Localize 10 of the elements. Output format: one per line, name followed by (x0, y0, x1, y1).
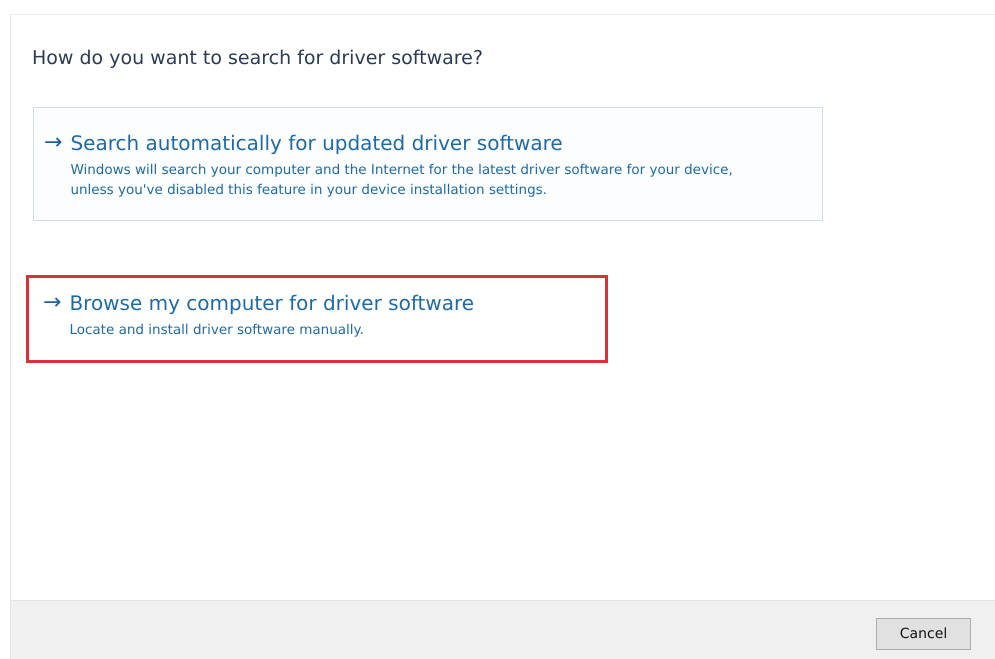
option-link[interactable] (33, 107, 823, 221)
arrow-icon: → (43, 290, 62, 340)
arrow-icon: → (44, 130, 62, 200)
option-title: Search automatically for updated driver software (70, 130, 564, 156)
option-title: Browse my computer for driver software (69, 290, 474, 316)
option-description: Windows will search your computer and the Internet for the latest driver software for your device, unless you've disabled this feature in your device installation settings. (70, 161, 734, 200)
option-link[interactable]: → Browse my computer for driver software Locate and install driver software manually. (26, 275, 608, 363)
cancel-button[interactable]: Cancel (876, 618, 971, 650)
dialog-heading: How do you want to search for driver software? (32, 47, 484, 69)
option-description: Locate and install driver software manually. (69, 321, 365, 340)
